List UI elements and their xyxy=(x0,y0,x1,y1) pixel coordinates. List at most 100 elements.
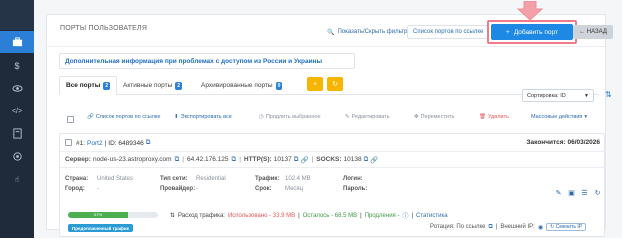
dollar-icon[interactable]: $ xyxy=(0,55,34,77)
back-button[interactable]: ← НАЗАД xyxy=(573,25,613,39)
arrow-down-icon xyxy=(517,1,543,21)
city-value: - xyxy=(97,186,99,192)
save-icon[interactable]: ▣ xyxy=(567,188,576,197)
separator: | xyxy=(104,139,107,147)
list-icon[interactable]: ☰ xyxy=(580,188,589,197)
yellow-refresh-button[interactable]: ↻ xyxy=(327,77,343,91)
add-port-button[interactable]: + Добавить порт xyxy=(491,24,573,40)
extend-action-label: Продлить выбранное xyxy=(265,114,321,120)
tab-label: Все порты xyxy=(66,82,101,89)
delete-action[interactable]: 🗑 Удалить xyxy=(479,114,509,120)
renewal-text: Продления - xyxy=(364,212,400,219)
rotation-info: Ротация: По ссылке ⧉ | Внешний IP: ◉ ↻ С… xyxy=(430,223,587,231)
separator: | xyxy=(495,224,498,230)
separator: | xyxy=(239,156,241,163)
expires-text: Закончится: 06/03/2026 xyxy=(526,139,600,146)
sort-select[interactable]: Сортировка: ID ▼ xyxy=(522,89,594,102)
copy-icon[interactable]: ⧉ xyxy=(232,156,237,164)
copy-icon[interactable]: ⧉ xyxy=(364,156,369,164)
book-icon[interactable] xyxy=(0,122,34,144)
tab-count-badge: 0 xyxy=(275,81,283,90)
copy-icon[interactable]: ⧉ xyxy=(294,156,299,164)
copy-icon[interactable]: ⧉ xyxy=(146,139,151,147)
download-icon: ⬇ xyxy=(174,114,179,120)
server-label: Сервер: xyxy=(65,156,91,163)
traffic-usage: ⇅ Расход трафика: Использовано - 33.9 MB… xyxy=(170,211,448,221)
move-icon: ✥ xyxy=(414,114,419,120)
add-port-label: Добавить порт xyxy=(513,28,558,36)
copy-icon[interactable]: ⧉ xyxy=(489,224,493,231)
http-label: HTTP(S): xyxy=(243,156,272,163)
toggle-filter-button[interactable]: 🔍 Показать/Скрыть фильтр xyxy=(322,25,413,39)
bulk-toolbar: 🔗 Список портов по ссылке ⬇ Экспортировать… xyxy=(59,113,599,127)
separator: | xyxy=(360,212,362,219)
edit-icon[interactable]: ✎ xyxy=(554,188,563,197)
sort-order-icon[interactable]: ⇅ xyxy=(605,90,612,99)
edit-action-label: Редактировать xyxy=(351,114,390,120)
mass-actions-dropdown[interactable]: Массовые действия ▾ xyxy=(531,114,587,120)
proxy-prefix: #1: xyxy=(76,139,86,147)
term-label: Срок: xyxy=(255,186,272,192)
city-label: Город: xyxy=(65,186,85,192)
tab-all-ports[interactable]: Все порты 2 xyxy=(59,76,118,95)
tab-archived-ports[interactable]: Архивированные порты 0 xyxy=(195,76,288,95)
support-icon[interactable] xyxy=(0,145,34,167)
back-label: НАЗАД xyxy=(586,29,607,35)
traffic-progress-fill: 67% xyxy=(68,212,129,218)
used-traffic: Использовано - 33.9 MB xyxy=(227,212,296,219)
plus-icon: + xyxy=(506,28,510,36)
info-link[interactable]: Дополнительная информация при проблемах … xyxy=(59,53,355,69)
clock-icon: ◷ xyxy=(259,114,264,120)
refresh-icon: ↻ xyxy=(332,81,338,88)
eye-icon[interactable]: ◉ xyxy=(538,224,543,231)
ip-value: 64.42.176.125 xyxy=(186,156,229,163)
server-row: Сервер: node-us-23.astroproxy.com ⧉ | 64… xyxy=(60,152,606,168)
http-port: 10137 xyxy=(273,156,292,163)
edit-action[interactable]: ✎ Редактировать xyxy=(345,114,390,120)
proxy-name-link[interactable]: Port2 xyxy=(87,140,103,147)
select-all-checkbox[interactable] xyxy=(67,116,74,123)
thumb-up-icon[interactable]: ☝ xyxy=(0,168,34,190)
refresh-icon[interactable]: ↻ xyxy=(593,188,602,197)
link-icon[interactable]: 🔗 xyxy=(300,156,308,164)
country-value: United States xyxy=(97,176,134,182)
traffic-label: Трафик: xyxy=(255,176,280,182)
stats-link[interactable]: Статистика xyxy=(416,213,448,219)
network-block: Тип сети: Residential Провайдер: - xyxy=(160,174,270,194)
port-list-link-button[interactable]: Список портов по ссылке xyxy=(407,25,490,39)
yellow-add-button[interactable]: + xyxy=(307,77,323,91)
tab-active-ports[interactable]: Активные порты 2 xyxy=(117,76,188,95)
help-icon[interactable]: ⓘ xyxy=(402,211,408,220)
chevron-down-icon: ▼ xyxy=(584,92,589,99)
list-link-action[interactable]: 🔗 Список портов по ссылке xyxy=(87,114,160,120)
provider-value: - xyxy=(196,186,198,192)
separator: | xyxy=(411,212,414,219)
code-icon[interactable]: </> xyxy=(0,100,34,122)
extend-action[interactable]: ◷ Продлить выбранное xyxy=(259,114,321,120)
briefcase-icon[interactable] xyxy=(0,31,34,53)
proxy-checkbox[interactable] xyxy=(65,139,72,146)
provider-label: Провайдер: xyxy=(160,186,196,192)
link-icon[interactable]: 🔗 xyxy=(370,156,378,164)
prepaid-traffic-badge: Предоплаченный трафик xyxy=(68,224,133,232)
move-action[interactable]: ✥ Переместить xyxy=(414,114,454,120)
change-ip-label: Сменить IP xyxy=(555,224,583,230)
eye-icon[interactable] xyxy=(0,77,34,99)
delete-action-label: Удалить xyxy=(487,114,509,120)
search-icon: 🔍 xyxy=(327,29,335,36)
export-action-label: Экспортировать все xyxy=(180,114,232,120)
traffic-flow-label: Расход трафика: xyxy=(178,212,225,219)
proxy-title: #1: Port2 | ID: 6489346 ⧉ xyxy=(76,139,150,147)
server-value: node-us-23.astroproxy.com xyxy=(92,156,172,163)
page-title: ПОРТЫ ПОЛЬЗОВАТЕЛЯ xyxy=(60,25,148,32)
port-list-link-label: Список портов по ссылке xyxy=(413,29,484,35)
toggle-filter-label: Показать/Скрыть фильтр xyxy=(337,29,408,35)
tab-count-badge: 2 xyxy=(175,81,183,90)
change-ip-button[interactable]: ↻ Сменить IP xyxy=(546,223,587,231)
separator: | xyxy=(182,156,184,163)
arrow-left-icon: ← xyxy=(579,29,587,35)
export-action[interactable]: ⬇ Экспортировать все xyxy=(174,114,232,120)
copy-icon[interactable]: ⧉ xyxy=(175,156,180,164)
term-value: Месяц xyxy=(285,186,304,192)
rotation-text: Ротация: По ссылке xyxy=(430,224,486,230)
